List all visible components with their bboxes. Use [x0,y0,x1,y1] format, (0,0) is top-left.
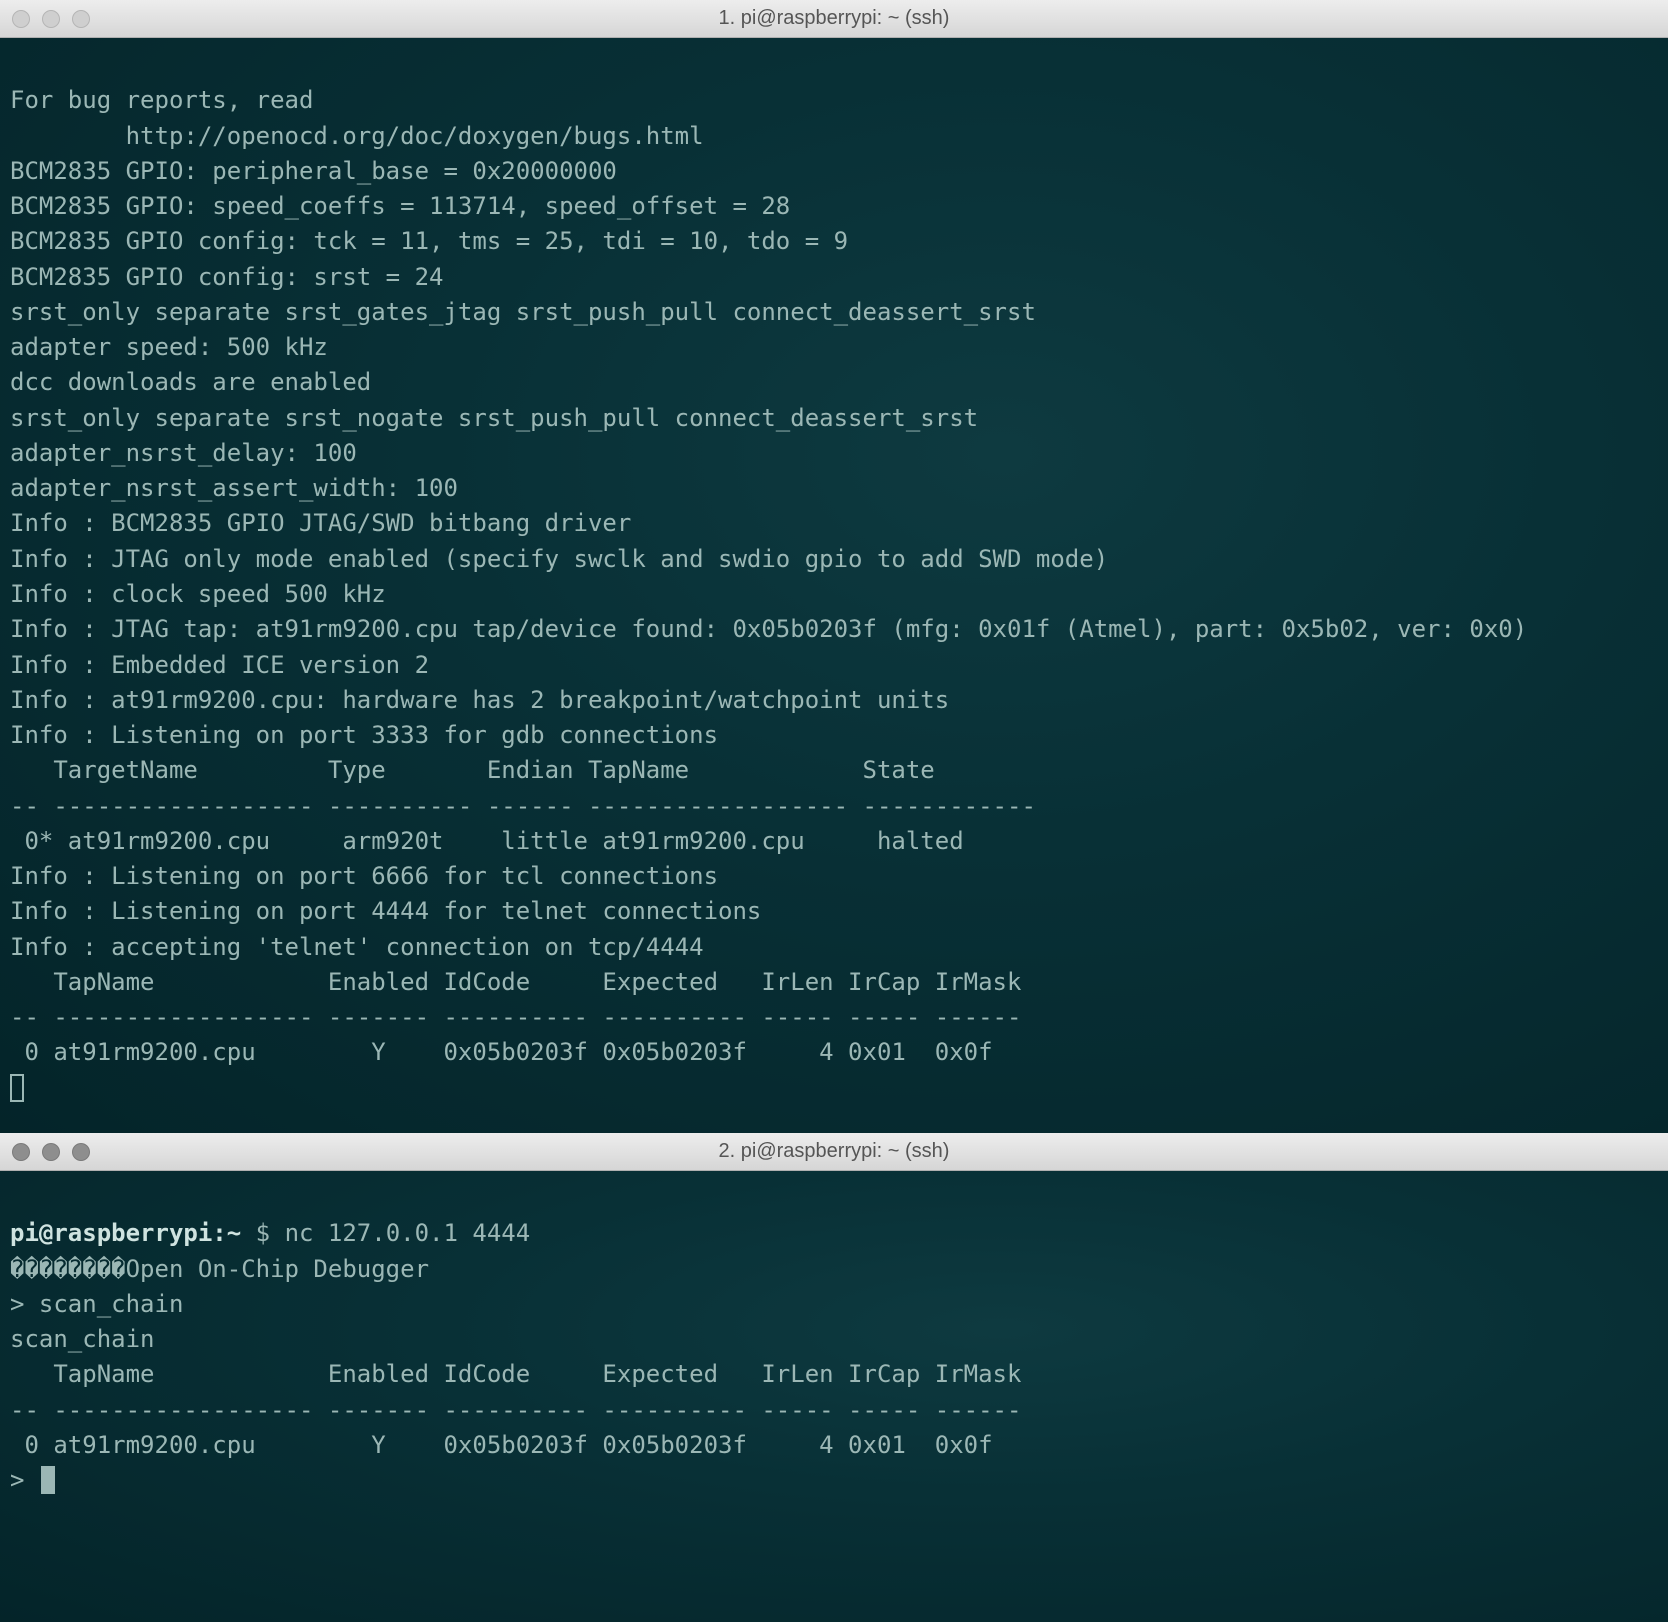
output-line: Info : Embedded ICE version 2 [10,651,429,679]
prompt-sep: : [212,1219,226,1247]
zoom-icon[interactable] [72,1143,90,1161]
output-line: Info : Listening on port 6666 for tcl co… [10,862,718,890]
output-line: -- ------------------ ---------- ------ … [10,792,1036,820]
output-line: Info : at91rm9200.cpu: hardware has 2 br… [10,686,949,714]
output-line: 0 at91rm9200.cpu Y 0x05b0203f 0x05b0203f… [10,1431,993,1459]
traffic-lights [12,10,90,28]
banner-line: ��������Open On-Chip Debugger [10,1255,429,1283]
output-line: TapName Enabled IdCode Expected IrLen Ir… [10,968,1021,996]
command-text: nc 127.0.0.1 4444 [285,1219,531,1247]
cursor-icon [41,1466,55,1494]
terminal-window-1: 1. pi@raspberrypi: ~ (ssh) For bug repor… [0,0,1668,1133]
output-line: Info : Listening on port 3333 for gdb co… [10,721,718,749]
output-line: scan_chain [10,1325,155,1353]
output-line: BCM2835 GPIO: peripheral_base = 0x200000… [10,157,617,185]
output-line: TapName Enabled IdCode Expected IrLen Ir… [10,1360,1021,1388]
close-icon[interactable] [12,1143,30,1161]
output-line: TargetName Type Endian TapName State [10,756,1036,784]
output-line: adapter speed: 500 kHz [10,333,328,361]
output-line: srst_only separate srst_nogate srst_push… [10,404,978,432]
output-line: adapter_nsrst_assert_width: 100 [10,474,458,502]
titlebar[interactable]: 2. pi@raspberrypi: ~ (ssh) [0,1133,1668,1171]
minimize-icon[interactable] [42,10,60,28]
output-line: Info : BCM2835 GPIO JTAG/SWD bitbang dri… [10,509,631,537]
zoom-icon[interactable] [72,10,90,28]
telnet-prompt: > [10,1290,24,1318]
minimize-icon[interactable] [42,1143,60,1161]
output-line: -- ------------------ ------- ----------… [10,1396,1021,1424]
output-line: BCM2835 GPIO config: srst = 24 [10,263,443,291]
window-title: 2. pi@raspberrypi: ~ (ssh) [0,1137,1668,1166]
prompt-host: pi@raspberrypi [10,1219,212,1247]
command-text: scan_chain [39,1290,184,1318]
window-title: 1. pi@raspberrypi: ~ (ssh) [0,4,1668,33]
output-line: For bug reports, read [10,86,313,114]
output-line: Info : clock speed 500 kHz [10,580,386,608]
close-icon[interactable] [12,10,30,28]
titlebar[interactable]: 1. pi@raspberrypi: ~ (ssh) [0,0,1668,38]
cursor-icon [10,1074,24,1102]
output-line: Info : JTAG only mode enabled (specify s… [10,545,1108,573]
output-line: srst_only separate srst_gates_jtag srst_… [10,298,1036,326]
output-line: adapter_nsrst_delay: 100 [10,439,357,467]
terminal-window-2: 2. pi@raspberrypi: ~ (ssh) pi@raspberryp… [0,1133,1668,1622]
output-line: dcc downloads are enabled [10,368,371,396]
output-line: http://openocd.org/doc/doxygen/bugs.html [10,122,704,150]
output-line: BCM2835 GPIO: speed_coeffs = 113714, spe… [10,192,790,220]
terminal-output[interactable]: pi@raspberrypi:~ $ nc 127.0.0.1 4444 ���… [0,1171,1668,1504]
telnet-prompt: > [10,1466,24,1494]
output-line: -- ------------------ ------- ----------… [10,1003,1021,1031]
output-line: 0* at91rm9200.cpu arm920t little at91rm9… [10,827,964,855]
traffic-lights [12,1143,90,1161]
output-line: Info : Listening on port 4444 for telnet… [10,897,761,925]
output-line: Info : JTAG tap: at91rm9200.cpu tap/devi… [10,615,1527,643]
output-line: BCM2835 GPIO config: tck = 11, tms = 25,… [10,227,848,255]
prompt-dollar: $ [256,1219,270,1247]
output-line: 0 at91rm9200.cpu Y 0x05b0203f 0x05b0203f… [10,1038,993,1066]
prompt-path: ~ [227,1219,241,1247]
terminal-output[interactable]: For bug reports, read http://openocd.org… [0,38,1668,1112]
output-line: Info : accepting 'telnet' connection on … [10,933,704,961]
